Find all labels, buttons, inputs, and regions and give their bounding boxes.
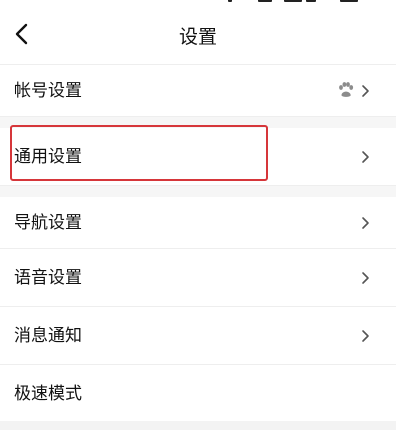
settings-item-label: 通用设置 [14,147,82,167]
section-divider [0,117,396,128]
settings-item-account[interactable]: 帐号设置 [0,65,396,117]
settings-item-notifications[interactable]: 消息通知 [0,307,396,365]
settings-item-fast-mode[interactable]: 极速模式 [0,365,396,423]
page-title: 设置 [178,26,217,48]
settings-item-label: 帐号设置 [14,81,82,101]
settings-item-general[interactable]: 通用设置 [0,128,396,186]
back-button[interactable] [4,16,38,52]
chevron-right-icon [362,151,369,163]
bottom-strip [0,421,396,430]
paw-icon [339,82,354,97]
settings-item-label: 导航设置 [14,213,82,233]
settings-screen: 设置 帐号设置 通用设置 导航设置 语音设置 消息通知 极速模式 [0,0,396,430]
settings-item-label: 消息通知 [14,326,82,346]
chevron-right-icon [362,85,369,97]
chevron-left-icon [15,23,28,45]
section-divider [0,186,396,197]
settings-item-label: 极速模式 [14,384,82,404]
chevron-right-icon [362,330,369,342]
settings-list: 帐号设置 通用设置 导航设置 语音设置 消息通知 极速模式 [0,65,396,423]
chevron-right-icon [362,217,369,229]
settings-item-label: 语音设置 [14,268,82,288]
chevron-right-icon [362,272,369,284]
header-bar: 设置 [0,6,396,65]
settings-item-navigation[interactable]: 导航设置 [0,197,396,249]
settings-item-voice[interactable]: 语音设置 [0,249,396,307]
